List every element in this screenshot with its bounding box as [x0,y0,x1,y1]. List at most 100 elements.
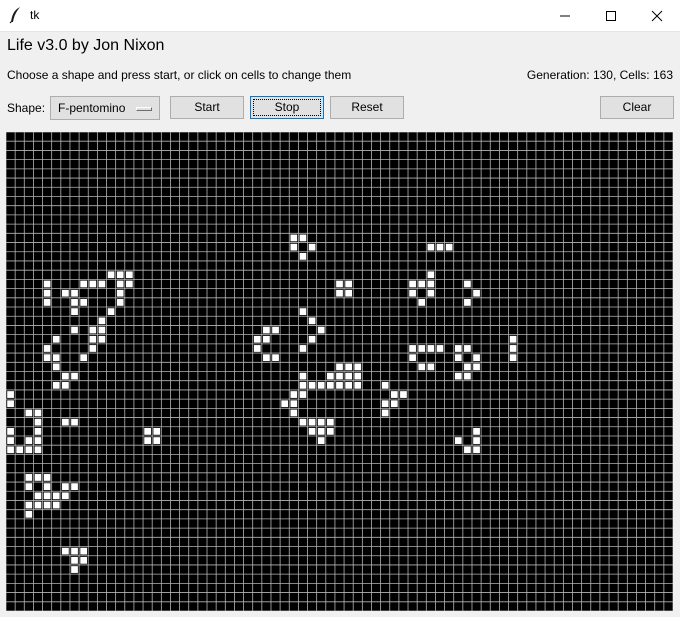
live-cell[interactable] [464,363,471,371]
live-cell[interactable] [409,280,416,288]
live-cell[interactable] [354,381,362,389]
live-cell[interactable] [80,556,88,564]
live-cell[interactable] [336,289,343,297]
live-cell[interactable] [400,391,407,398]
live-cell[interactable] [52,501,60,509]
live-cell[interactable] [43,289,51,297]
live-cell[interactable] [427,363,435,371]
live-cell[interactable] [427,345,435,352]
live-cell[interactable] [290,409,298,417]
shape-select[interactable]: F-pentomino [50,96,160,120]
life-grid[interactable] [6,132,673,611]
live-cell[interactable] [454,354,462,362]
live-cell[interactable] [71,326,78,334]
live-cell[interactable] [34,501,42,509]
live-cell[interactable] [263,335,270,343]
live-cell[interactable] [62,372,69,380]
live-cell[interactable] [125,271,133,279]
live-cell[interactable] [290,243,298,251]
live-cell[interactable] [25,437,33,444]
live-cell[interactable] [71,566,78,573]
live-cell[interactable] [326,381,334,389]
live-cell[interactable] [409,289,416,297]
live-cell[interactable] [454,372,462,380]
live-cell[interactable] [71,308,78,316]
live-cell[interactable] [153,427,161,435]
live-cell[interactable] [418,345,426,352]
live-cell[interactable] [263,326,270,334]
live-cell[interactable] [427,289,435,297]
live-cell[interactable] [436,243,444,251]
live-cell[interactable] [25,474,33,481]
live-cell[interactable] [509,335,517,343]
live-cell[interactable] [409,345,416,352]
live-cell[interactable] [71,372,78,380]
live-cell[interactable] [454,345,462,352]
minimize-button[interactable] [542,0,588,31]
live-cell[interactable] [427,271,435,279]
live-cell[interactable] [62,418,69,426]
live-cell[interactable] [43,345,51,352]
live-cell[interactable] [52,354,60,362]
live-cell[interactable] [345,372,353,380]
live-cell[interactable] [62,483,69,491]
live-cell[interactable] [418,363,426,371]
live-cell[interactable] [308,317,316,325]
live-cell[interactable] [299,308,307,316]
live-cell[interactable] [71,299,78,306]
live-cell[interactable] [52,492,60,500]
live-cell[interactable] [7,446,14,454]
live-cell[interactable] [473,437,480,444]
live-cell[interactable] [308,418,316,426]
live-cell[interactable] [34,427,42,435]
live-cell[interactable] [263,354,270,362]
live-cell[interactable] [354,372,362,380]
live-cell[interactable] [16,446,24,454]
live-cell[interactable] [25,510,33,518]
live-cell[interactable] [464,280,471,288]
live-cell[interactable] [34,418,42,426]
live-cell[interactable] [454,437,462,444]
live-cell[interactable] [89,280,97,288]
live-cell[interactable] [43,501,51,509]
live-cell[interactable] [25,446,33,454]
live-cell[interactable] [34,409,42,417]
live-cell[interactable] [89,326,97,334]
live-cell[interactable] [473,354,480,362]
live-cell[interactable] [98,317,106,325]
live-cell[interactable] [89,345,97,352]
live-cell[interactable] [7,391,14,398]
live-cell[interactable] [299,381,307,389]
live-cell[interactable] [336,280,343,288]
live-cell[interactable] [473,427,480,435]
close-button[interactable] [634,0,680,31]
live-cell[interactable] [427,243,435,251]
live-cell[interactable] [71,547,78,555]
live-cell[interactable] [464,299,471,306]
live-cell[interactable] [71,556,78,564]
live-cell[interactable] [253,345,261,352]
live-cell[interactable] [354,363,362,371]
live-cell[interactable] [116,271,124,279]
live-cell[interactable] [7,437,14,444]
live-cell[interactable] [144,427,151,435]
live-cell[interactable] [62,289,69,297]
live-cell[interactable] [71,289,78,297]
live-cell[interactable] [473,289,480,297]
live-cell[interactable] [299,418,307,426]
live-cell[interactable] [98,280,106,288]
live-cell[interactable] [317,326,325,334]
live-cell[interactable] [345,289,353,297]
live-cell[interactable] [390,391,398,398]
live-cell[interactable] [34,446,42,454]
live-cell[interactable] [509,354,517,362]
live-cell[interactable] [464,446,471,454]
live-cell[interactable] [107,308,115,316]
live-cell[interactable] [290,400,298,408]
live-cell[interactable] [345,363,353,371]
live-cell[interactable] [62,381,69,389]
live-cell[interactable] [308,427,316,435]
live-cell[interactable] [116,299,124,306]
live-cell[interactable] [43,492,51,500]
live-cell[interactable] [80,547,88,555]
